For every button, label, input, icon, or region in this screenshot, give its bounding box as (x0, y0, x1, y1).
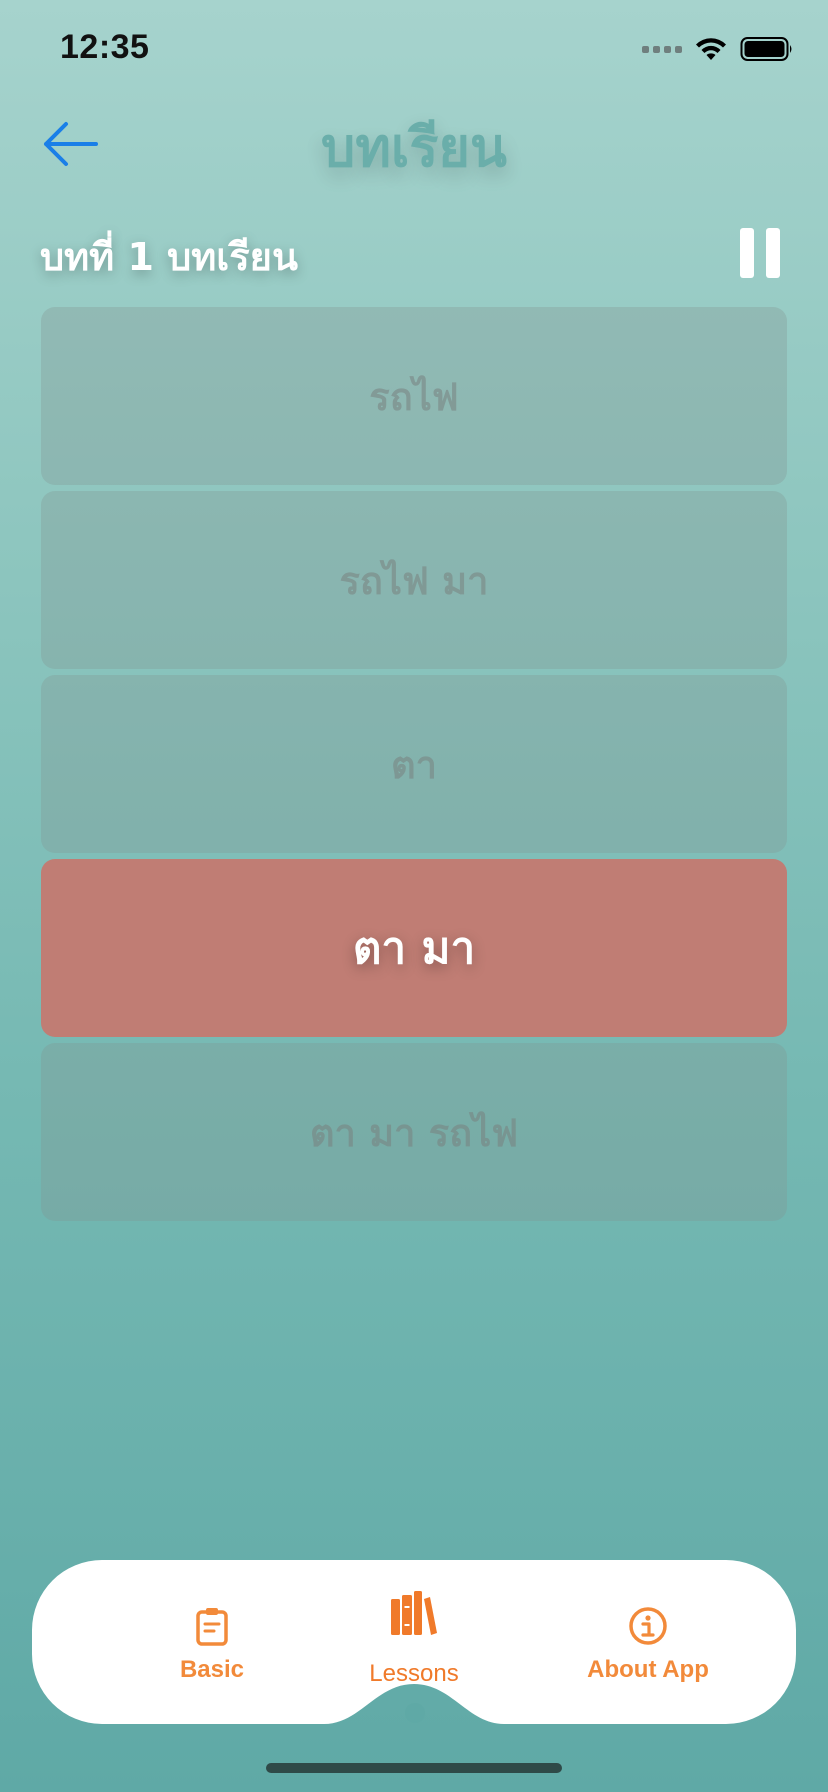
home-indicator[interactable] (266, 1763, 562, 1773)
status-icons (642, 36, 794, 62)
battery-icon (740, 37, 792, 61)
phrase-text: รถไฟ มา (339, 558, 489, 603)
clipboard-icon (195, 1604, 229, 1648)
status-bar: 12:35 (0, 0, 828, 100)
tab-label: About App (587, 1656, 709, 1683)
phrase-text: ตา มา รถไฟ (309, 1110, 519, 1155)
cellular-signal-icon (642, 45, 682, 53)
nav-header: บทเรียน (0, 100, 828, 200)
phrase-card[interactable]: ตา (41, 675, 787, 853)
phrase-list: รถไฟ รถไฟ มา ตา ตา มา ตา มา รถไฟ (41, 307, 787, 1227)
tab-label: Basic (179, 1656, 245, 1683)
status-time: 12:35 (60, 28, 150, 66)
tab-basic[interactable]: Basic (112, 1560, 312, 1700)
tab-label: Lessons (369, 1660, 459, 1687)
page-title: บทเรียน (321, 116, 507, 179)
lesson-heading: บทที่ 1 บทเรียน (40, 235, 298, 279)
phrase-text: ตา มา (352, 923, 476, 974)
phrase-text: ตา (390, 742, 437, 787)
phrase-card[interactable]: รถไฟ (41, 307, 787, 485)
books-icon (389, 1588, 439, 1638)
tab-bar: Basic Lessons About App (32, 1560, 796, 1724)
phrase-text: รถไฟ (369, 374, 459, 419)
pause-button[interactable] (740, 228, 780, 278)
phrase-card[interactable]: ตา มา รถไฟ (41, 1043, 787, 1221)
selected-tab-indicator (405, 1703, 425, 1723)
phrase-card[interactable]: รถไฟ มา (41, 491, 787, 669)
wifi-icon (696, 38, 726, 60)
tab-about-app[interactable]: About App (548, 1560, 748, 1700)
lesson-header: บทที่ 1 บทเรียน (40, 222, 788, 282)
pause-icon (740, 228, 754, 278)
info-icon (628, 1604, 668, 1648)
tab-lessons[interactable]: Lessons (314, 1560, 514, 1700)
phrase-card-active[interactable]: ตา มา (41, 859, 787, 1037)
